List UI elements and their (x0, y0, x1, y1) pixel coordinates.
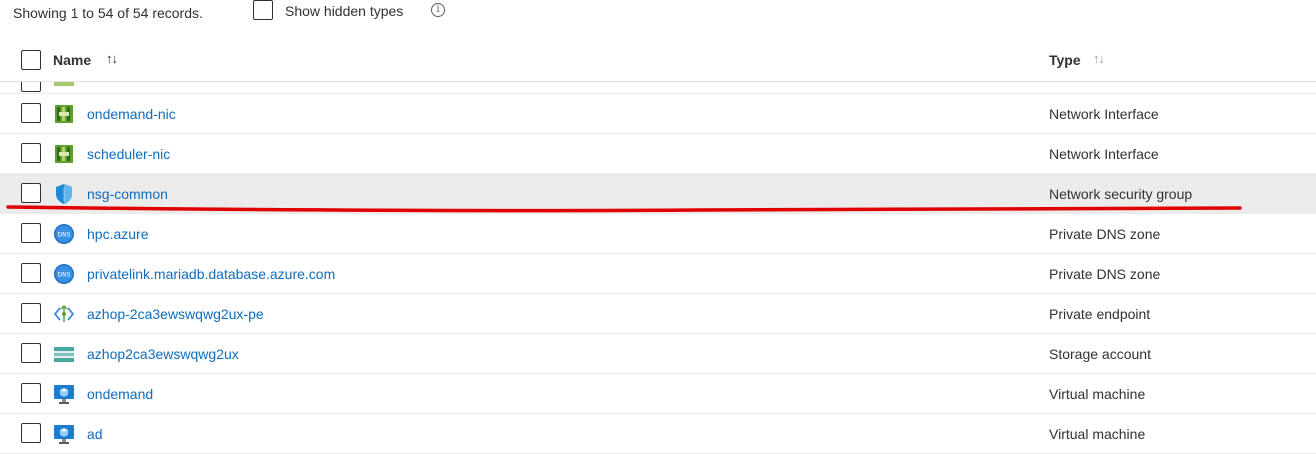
sort-name-glyph: ↑↓ (106, 51, 118, 66)
table-row[interactable]: azhop2ca3ewswqwg2ux Storage account (0, 334, 1316, 374)
sort-type-icon[interactable]: ↑↓ (1093, 51, 1105, 66)
resource-name-link[interactable]: nsg-common (87, 186, 168, 202)
select-all-checkbox[interactable] (21, 50, 41, 70)
show-hidden-types-checkbox[interactable] (253, 0, 273, 20)
resource-name-link[interactable]: scheduler-nic (87, 146, 170, 162)
row-checkbox[interactable] (21, 383, 41, 403)
resource-type: Virtual machine (1049, 386, 1146, 402)
row-checkbox[interactable] (21, 263, 41, 283)
resource-name-link[interactable]: azhop2ca3ewswqwg2ux (87, 346, 239, 362)
virtual-machine-icon (53, 423, 75, 445)
network-interface-icon (53, 143, 75, 165)
resource-type: Private DNS zone (1049, 226, 1161, 242)
table-row-partial (0, 82, 1316, 94)
table-row[interactable]: DNS hpc.azure Private DNS zone (0, 214, 1316, 254)
resource-name-link[interactable]: ondemand (87, 386, 153, 402)
svg-text:DNS: DNS (58, 272, 71, 279)
table-row[interactable]: ad Virtual machine (0, 414, 1316, 454)
resource-type: Private DNS zone (1049, 266, 1161, 282)
info-icon[interactable]: i (431, 3, 445, 17)
virtual-machine-icon (53, 383, 75, 405)
private-endpoint-icon (53, 303, 75, 325)
row-checkbox[interactable] (21, 143, 41, 163)
row-checkbox[interactable] (21, 82, 41, 92)
resource-name-link[interactable]: ondemand-nic (87, 106, 176, 122)
resource-name-link[interactable]: privatelink.mariadb.database.azure.com (87, 266, 335, 282)
row-checkbox[interactable] (21, 303, 41, 323)
resource-name-link[interactable]: azhop-2ca3ewswqwg2ux-pe (87, 306, 264, 322)
network-interface-icon (53, 103, 75, 125)
dns-icon: DNS (53, 263, 75, 285)
row-checkbox[interactable] (21, 343, 41, 363)
table-row[interactable]: ondemand-nic Network Interface (0, 94, 1316, 134)
column-header-type[interactable]: Type (1049, 52, 1081, 68)
resource-type: Network Interface (1049, 146, 1159, 162)
row-checkbox[interactable] (21, 423, 41, 443)
table-row[interactable]: ondemand Virtual machine (0, 374, 1316, 414)
table-row[interactable]: azhop-2ca3ewswqwg2ux-pe Private endpoint (0, 294, 1316, 334)
row-checkbox[interactable] (21, 223, 41, 243)
resource-type: Storage account (1049, 346, 1151, 362)
resource-icon (54, 82, 74, 86)
resource-name-link[interactable]: ad (87, 426, 103, 442)
row-checkbox[interactable] (21, 183, 41, 203)
sort-name-icon[interactable]: ↑↓ (106, 51, 118, 66)
table-header: Name ↑↓ Type ↑↓ (0, 40, 1316, 82)
sort-type-glyph: ↑↓ (1093, 51, 1105, 66)
table-row[interactable]: scheduler-nic Network Interface (0, 134, 1316, 174)
dns-icon: DNS (53, 223, 75, 245)
resource-name-link[interactable]: hpc.azure (87, 226, 148, 242)
table-row[interactable]: DNS privatelink.mariadb.database.azure.co… (0, 254, 1316, 294)
storage-account-icon (53, 343, 75, 365)
records-count-text: Showing 1 to 54 of 54 records. (13, 5, 203, 21)
toolbar: Showing 1 to 54 of 54 records. Show hidd… (0, 0, 1316, 26)
row-checkbox[interactable] (21, 103, 41, 123)
resource-type: Network security group (1049, 186, 1193, 202)
resource-type: Private endpoint (1049, 306, 1151, 322)
resource-type: Virtual machine (1049, 426, 1146, 442)
nsg-shield-icon (53, 183, 75, 205)
column-header-name[interactable]: Name (53, 52, 91, 68)
svg-text:DNS: DNS (58, 232, 71, 239)
table-row[interactable]: nsg-common Network security group (0, 174, 1316, 214)
show-hidden-types-label[interactable]: Show hidden types (285, 3, 403, 19)
resource-type: Network Interface (1049, 106, 1159, 122)
